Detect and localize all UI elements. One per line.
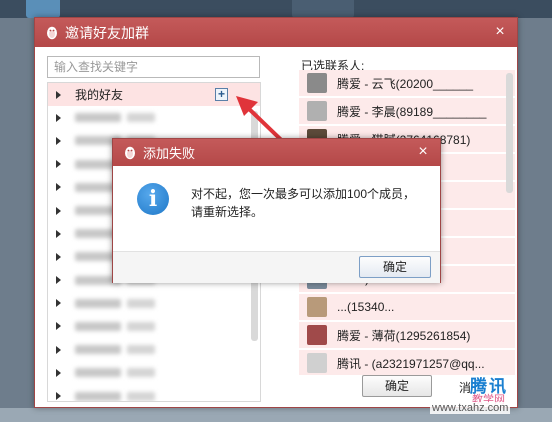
error-titlebar: 添加失败 ×	[113, 139, 440, 166]
dialog-titlebar: 邀请好友加群 ×	[35, 18, 517, 47]
error-ok-button[interactable]: 确定	[359, 256, 431, 278]
contact-row[interactable]: 腾爱 - 薄荷(1295261854)	[299, 322, 515, 348]
contact-name: 腾讯 - (a2321971257@qq...	[337, 356, 485, 371]
group-row[interactable]	[48, 338, 260, 361]
qq-penguin-icon	[123, 145, 137, 160]
avatar	[307, 325, 327, 345]
blurred-group-count	[127, 321, 155, 331]
avatar	[307, 101, 327, 121]
group-row[interactable]	[48, 361, 260, 384]
close-icon[interactable]: ×	[414, 143, 432, 161]
contact-row[interactable]: ...(15340...	[299, 294, 515, 320]
expand-triangle-icon[interactable]	[56, 392, 61, 401]
watermark-url: www.txahz.com	[430, 402, 511, 414]
contact-name: 腾爱 - 云飞(20200______	[337, 76, 474, 91]
background-tile	[292, 0, 354, 18]
blurred-group-name	[75, 368, 121, 378]
group-row[interactable]	[48, 315, 260, 338]
expand-triangle-icon[interactable]	[56, 345, 61, 354]
add-failed-dialog: 添加失败 × i 对不起，您一次最多可以添加100个成员，请重新选择。 确定	[112, 138, 441, 283]
blurred-group-name	[75, 345, 121, 355]
avatar	[307, 353, 327, 373]
avatar	[307, 297, 327, 317]
error-title: 添加失败	[143, 146, 196, 161]
group-row[interactable]	[48, 106, 260, 129]
group-row-my-friends[interactable]: 我的好友 +	[48, 83, 260, 107]
blurred-group-name	[75, 391, 121, 401]
blurred-group-count	[127, 113, 155, 123]
expand-triangle-icon[interactable]	[56, 136, 61, 145]
qq-penguin-icon	[45, 25, 59, 40]
contact-name: 腾爱 - 薄荷(1295261854)	[337, 328, 471, 343]
error-message: 对不起，您一次最多可以添加100个成员，请重新选择。	[191, 187, 416, 219]
expand-triangle-icon[interactable]	[56, 183, 61, 192]
blurred-group-count	[127, 368, 155, 378]
expand-triangle-icon[interactable]	[56, 252, 61, 261]
expand-triangle-icon[interactable]	[56, 368, 61, 377]
close-icon[interactable]: ×	[491, 23, 509, 41]
expand-triangle-icon[interactable]	[56, 322, 61, 331]
watermark-logo: 腾讯 教学网 www.txahz.com	[430, 372, 548, 418]
group-row[interactable]	[48, 384, 260, 401]
expand-triangle-icon[interactable]	[56, 206, 61, 215]
blurred-group-count	[127, 298, 155, 308]
background-app-bar	[0, 0, 552, 18]
blurred-group-name	[75, 113, 121, 123]
group-row[interactable]	[48, 292, 260, 315]
group-label: 我的好友	[75, 88, 124, 103]
search-input[interactable]	[47, 56, 260, 78]
expand-triangle-icon[interactable]	[56, 276, 61, 285]
blurred-group-count	[127, 391, 155, 401]
add-group-button[interactable]: +	[215, 88, 228, 101]
contact-name: ...(15340...	[337, 300, 395, 314]
blurred-group-name	[75, 321, 121, 331]
contact-name: 腾爱 - 李晨(89189________	[337, 104, 487, 119]
blurred-group-count	[127, 345, 155, 355]
contact-row[interactable]: 腾爱 - 云飞(20200______	[299, 70, 515, 96]
contact-row[interactable]: 腾爱 - 李晨(89189________	[299, 98, 515, 124]
expand-triangle-icon[interactable]	[56, 299, 61, 308]
ok-button[interactable]: 确定	[362, 375, 432, 397]
dialog-title: 邀请好友加群	[65, 24, 149, 41]
info-icon: i	[137, 183, 169, 215]
contacts-scrollbar[interactable]	[506, 73, 513, 193]
expand-triangle-icon[interactable]	[56, 90, 61, 99]
expand-triangle-icon[interactable]	[56, 113, 61, 122]
blurred-group-name	[75, 298, 121, 308]
avatar	[307, 73, 327, 93]
expand-triangle-icon[interactable]	[56, 160, 61, 169]
background-tile	[26, 0, 60, 18]
expand-triangle-icon[interactable]	[56, 229, 61, 238]
